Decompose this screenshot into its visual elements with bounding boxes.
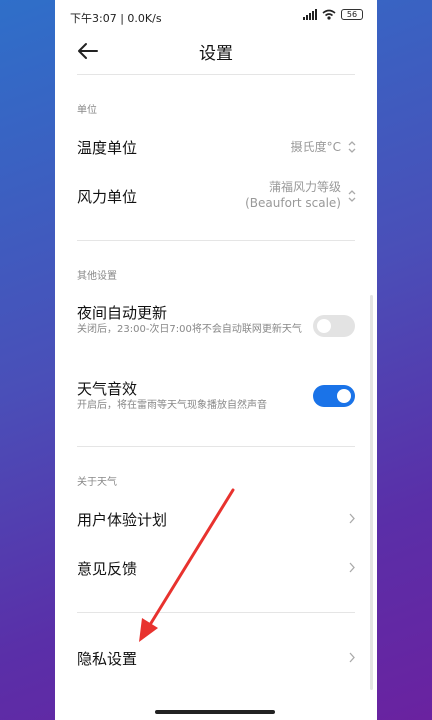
toggle-knob <box>317 319 331 333</box>
weather-sound-desc: 开启后，将在雷雨等天气现象播放自然声音 <box>77 400 267 411</box>
phone-screen: 下午3:07 | 0.0K/s 56 设置 单位 温度单位 摄氏度°C 风力单位 <box>55 0 377 720</box>
night-update-toggle[interactable] <box>313 315 355 337</box>
toggle-knob <box>337 389 351 403</box>
status-bar: 下午3:07 | 0.0K/s 56 <box>55 0 377 32</box>
wind-unit-value: 蒲福风力等级 (Beaufort scale) <box>245 179 341 211</box>
weather-sound-label: 天气音效 <box>77 380 138 398</box>
wifi-icon <box>322 9 336 20</box>
battery-icon: 56 <box>341 9 363 20</box>
divider <box>77 74 355 75</box>
wind-unit-label: 风力单位 <box>77 188 138 206</box>
night-update-desc: 关闭后，23:00-次日7:00将不会自动联网更新天气 <box>77 324 302 335</box>
wind-unit-value-line2: (Beaufort scale) <box>245 196 341 210</box>
home-indicator[interactable] <box>155 710 275 714</box>
wind-unit-value-line1: 蒲福风力等级 <box>268 180 341 194</box>
updown-icon <box>348 141 356 153</box>
status-time: 下午3:07 | 0.0K/s <box>70 12 162 25</box>
status-icons: 56 <box>303 9 363 20</box>
signal-icon <box>303 9 317 20</box>
header: 设置 <box>55 32 377 72</box>
feedback-label: 意见反馈 <box>77 560 138 578</box>
section-title-units: 单位 <box>77 105 97 116</box>
chevron-right-icon <box>349 652 355 663</box>
section-title-about: 关于天气 <box>77 477 117 488</box>
chevron-right-icon <box>349 513 355 524</box>
privacy-label: 隐私设置 <box>77 650 138 668</box>
ux-plan-label: 用户体验计划 <box>77 511 168 529</box>
section-title-other: 其他设置 <box>77 271 117 282</box>
temperature-unit-value: 摄氏度°C <box>290 140 341 154</box>
chevron-right-icon <box>349 562 355 573</box>
weather-sound-toggle[interactable] <box>313 385 355 407</box>
updown-icon <box>348 190 356 202</box>
temperature-unit-label: 温度单位 <box>77 139 138 157</box>
divider <box>77 240 355 241</box>
scrollbar[interactable] <box>370 295 373 690</box>
night-update-label: 夜间自动更新 <box>77 304 168 322</box>
divider <box>77 612 355 613</box>
page-title: 设置 <box>199 44 233 64</box>
divider <box>77 446 355 447</box>
